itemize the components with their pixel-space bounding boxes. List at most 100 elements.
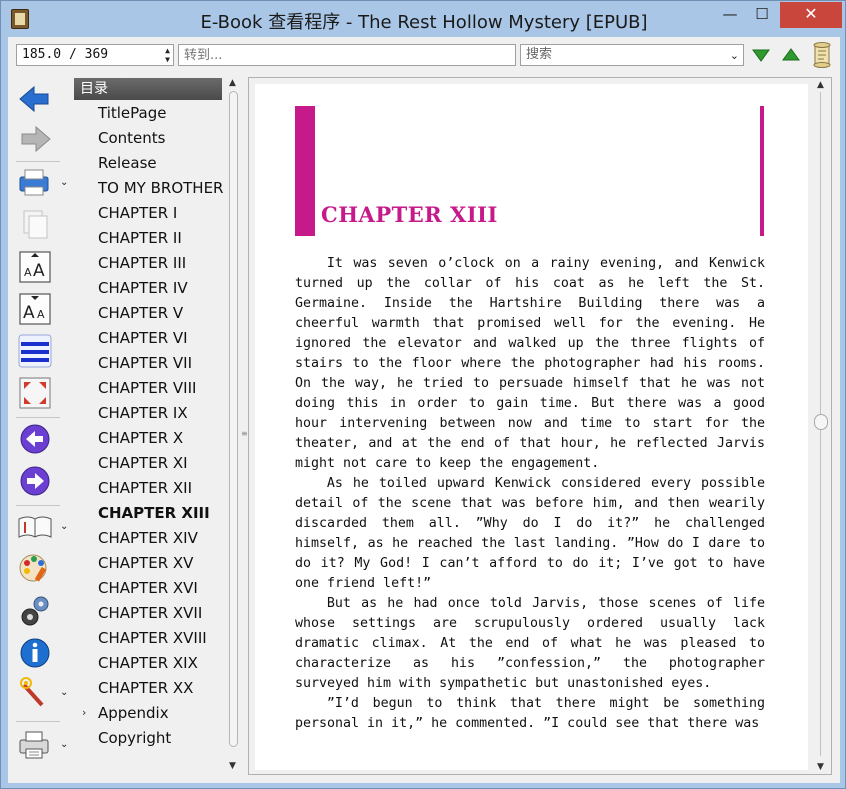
chevron-down-icon[interactable]: ⌄ (60, 739, 68, 750)
minimize-button[interactable]: — (715, 2, 745, 28)
chapter-heading: CHAPTER XIII (321, 202, 498, 227)
paragraph: It was seven o’clock on a rainy evening,… (295, 256, 765, 471)
toc-item[interactable]: CHAPTER XX (98, 676, 193, 701)
toc-item[interactable]: CHAPTER V (98, 301, 183, 326)
close-button[interactable]: ✕ (780, 2, 842, 28)
toc-item-label: CHAPTER XIX (98, 654, 198, 672)
toc-item-label: TO MY BROTHER (98, 179, 224, 197)
svg-text:A: A (24, 266, 32, 279)
toc-item[interactable]: CHAPTER IV (98, 276, 188, 301)
toc-item[interactable]: Release (98, 151, 157, 176)
scroll-icon[interactable] (810, 42, 834, 68)
toc-item[interactable]: CHAPTER VIII (98, 376, 196, 401)
toc-item[interactable]: CHAPTER I (98, 201, 177, 226)
chevron-down-icon[interactable]: ⌄ (60, 687, 68, 698)
reader-scrollbar[interactable]: ▲ ▼ (812, 78, 830, 774)
toc-item-label: Copyright (98, 729, 172, 747)
client-area: 185.0 / 369 ▲▼ 搜索 ⌄ (8, 37, 840, 783)
page-position-spinner[interactable]: 185.0 / 369 ▲ ▼ (16, 44, 174, 66)
toc-item[interactable]: CHAPTER XIII (98, 501, 210, 526)
toc-item[interactable]: CHAPTER XVI (98, 576, 198, 601)
settings-gear-icon[interactable] (16, 593, 54, 629)
toc-item[interactable]: TitlePage (98, 101, 166, 126)
line-spacing-icon[interactable] (16, 333, 54, 369)
printer-icon (19, 731, 49, 759)
chapter-body: It was seven o’clock on a rainy evening,… (295, 254, 765, 734)
svg-text:A: A (23, 303, 35, 323)
paragraph: As he toiled upward Kenwick considered e… (295, 476, 765, 591)
toc-item[interactable]: CHAPTER XII (98, 476, 192, 501)
toc-item-label: CHAPTER VI (98, 329, 188, 347)
goto-input[interactable] (178, 44, 516, 66)
toc-item[interactable]: CHAPTER VI (98, 326, 188, 351)
toc-item-label: CHAPTER XV (98, 554, 194, 572)
toc-item-label: CHAPTER II (98, 229, 182, 247)
toc-item[interactable]: CHAPTER XV (98, 551, 193, 576)
toc-item[interactable]: CHAPTER IX (98, 401, 188, 426)
toc-item-label: CHAPTER VII (98, 354, 192, 372)
search-placeholder: 搜索 (526, 47, 553, 62)
next-chapter-icon[interactable] (16, 463, 54, 499)
scroll-up-icon[interactable]: ▲ (817, 80, 824, 90)
chevron-right-icon[interactable]: › (82, 701, 86, 725)
chevron-down-icon[interactable]: ⌄ (60, 177, 68, 188)
toc-item[interactable]: CHAPTER XIX (98, 651, 198, 676)
toolbar-separator (16, 721, 60, 722)
info-icon[interactable] (16, 635, 54, 671)
search-prev-up-icon[interactable] (780, 45, 802, 65)
page-position-value: 185.0 / 369 (22, 47, 109, 62)
scroll-down-icon[interactable]: ▼ (817, 762, 824, 772)
copy-page-icon[interactable] (16, 207, 54, 243)
forward-arrow-icon[interactable] (16, 121, 54, 157)
toc-item[interactable]: CHAPTER XI (98, 451, 188, 476)
chevron-down-icon[interactable]: ⌄ (60, 521, 68, 532)
toc-item-label: CHAPTER XVI (98, 579, 198, 597)
toc-item[interactable]: CHAPTER VII (98, 351, 192, 376)
chapter-decoration-bar (295, 106, 315, 236)
search-combobox[interactable]: 搜索 ⌄ (520, 44, 744, 66)
spinner-arrows-icon[interactable]: ▲ ▼ (165, 46, 170, 64)
title-bar[interactable]: E-Book 查看程序 - The Rest Hollow Mystery [E… (1, 1, 845, 37)
book-menu-button[interactable]: ⌄ (16, 509, 68, 545)
print-preview-button[interactable]: ⌄ (16, 165, 68, 201)
toc-item[interactable]: › Appendix (82, 701, 169, 726)
toc-item-label: CHAPTER XVII (98, 604, 203, 622)
toc-scroll-thumb[interactable] (229, 91, 238, 747)
back-arrow-icon[interactable] (16, 81, 54, 117)
toolbar-separator (16, 505, 60, 506)
toc-item[interactable]: CHAPTER XVIII (98, 626, 207, 651)
theme-palette-icon[interactable] (16, 549, 54, 585)
tools-menu-button[interactable]: ⌄ (16, 675, 68, 711)
toolbar-separator (16, 161, 60, 162)
panel-splitter[interactable]: ≡ (240, 77, 248, 775)
scroll-up-icon[interactable]: ▲ (229, 78, 236, 88)
search-next-down-icon[interactable] (750, 45, 772, 65)
toc-item[interactable]: CHAPTER XVII (98, 601, 202, 626)
scroll-down-icon[interactable]: ▼ (229, 761, 236, 771)
paragraph: ”I’d begun to think that there might be … (295, 696, 765, 731)
toc-scrollbar[interactable]: ▲ ▼ (226, 77, 240, 773)
toc-item-label: CHAPTER III (98, 254, 187, 272)
fullscreen-icon[interactable] (16, 375, 54, 411)
toc-item[interactable]: CHAPTER XIV (98, 526, 198, 551)
svg-text:A: A (37, 308, 45, 321)
toc-item[interactable]: TO MY BROTHER (98, 176, 223, 201)
toc-item[interactable]: CHAPTER III (98, 251, 186, 276)
toc-item-label: CHAPTER VIII (98, 379, 197, 397)
splitter-grip-icon: ≡ (241, 429, 248, 438)
toc-item[interactable]: CHAPTER X (98, 426, 183, 451)
toc-item[interactable]: Copyright (98, 726, 171, 751)
font-larger-icon[interactable]: A A (16, 249, 54, 285)
font-smaller-icon[interactable]: A A (16, 291, 54, 327)
toc-item[interactable]: CHAPTER II (98, 226, 182, 251)
paragraph: But as he had once told Jarvis, those sc… (295, 596, 765, 691)
toolbar-separator (16, 417, 60, 418)
reader-scroll-thumb[interactable] (814, 414, 828, 430)
chevron-down-icon[interactable]: ⌄ (730, 46, 739, 66)
maximize-button[interactable]: ☐ (747, 2, 777, 28)
previous-chapter-icon[interactable] (16, 421, 54, 457)
sidebar-toolbar: ⌄ A A A A ⌄ ⌄ ⌄ (8, 73, 72, 783)
print-button[interactable]: ⌄ (16, 727, 68, 763)
toc-item[interactable]: Contents (98, 126, 165, 151)
toc-item-label: TitlePage (98, 104, 167, 122)
